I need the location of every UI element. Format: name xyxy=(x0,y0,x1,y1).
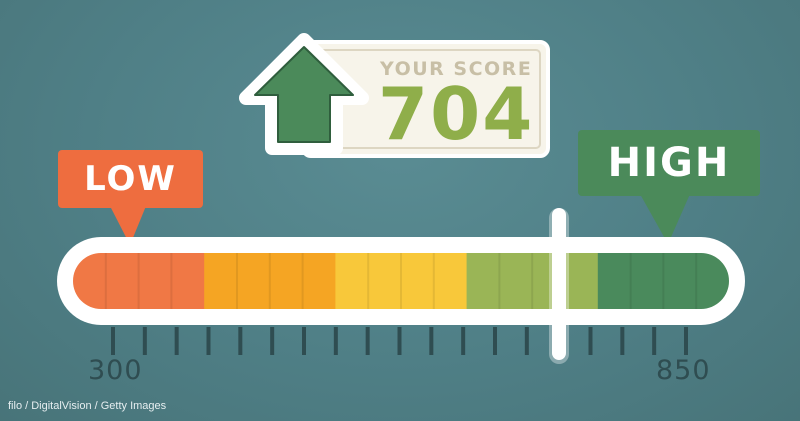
gauge-ticks xyxy=(111,327,688,355)
gauge-tick xyxy=(270,327,275,355)
gauge-tick xyxy=(206,327,211,355)
scale-min-label: 300 xyxy=(88,355,143,386)
low-label: LOW xyxy=(84,159,177,199)
scale-max-label: 850 xyxy=(656,355,711,386)
gauge-tick xyxy=(238,327,243,355)
score-value: 704 xyxy=(378,72,535,156)
gauge-tick xyxy=(588,327,593,355)
gauge-tick xyxy=(333,327,338,355)
gauge-bar xyxy=(73,253,729,309)
gauge-tick xyxy=(493,327,497,355)
high-label: HIGH xyxy=(607,140,731,186)
gauge-tick xyxy=(111,327,115,355)
image-credit: filo / DigitalVision / Getty Images xyxy=(8,400,167,412)
score-marker xyxy=(549,208,569,364)
gauge-tick xyxy=(142,327,147,355)
gauge-tick xyxy=(174,327,179,355)
gauge-tick xyxy=(620,327,625,355)
gauge-tick xyxy=(524,327,529,355)
gauge-tick xyxy=(652,327,657,355)
gauge-tick xyxy=(365,327,370,355)
gauge-tick xyxy=(461,327,466,355)
gauge-tick xyxy=(429,327,434,355)
gauge-tick xyxy=(684,327,688,355)
gauge-tick xyxy=(302,327,306,355)
gauge-tick xyxy=(397,327,402,355)
